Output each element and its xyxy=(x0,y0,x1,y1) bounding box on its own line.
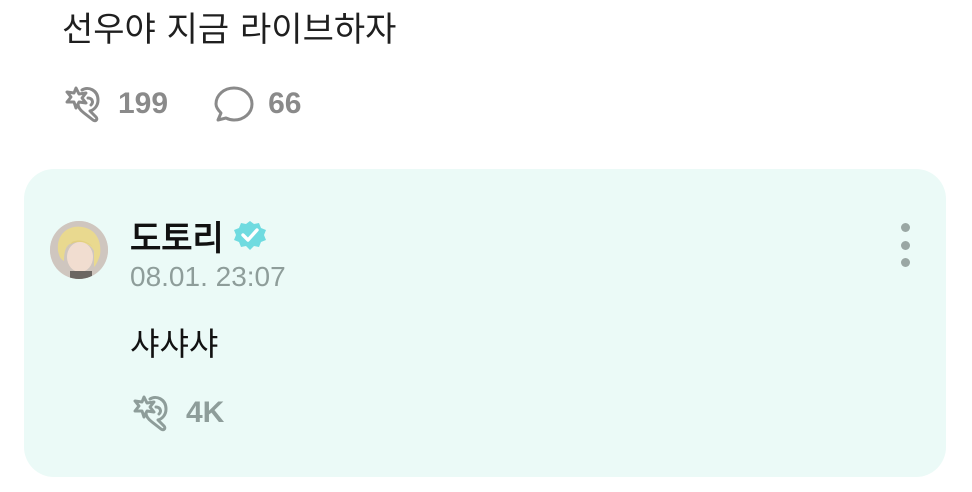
cheer-hand-icon xyxy=(62,82,108,126)
verified-badge-icon xyxy=(232,217,268,253)
cheer-hand-icon xyxy=(130,391,176,435)
comment-count: 66 xyxy=(268,87,302,120)
avatar[interactable] xyxy=(50,221,108,279)
reply-card: 도토리 08.01. 23:07 샤샤샤 4K xyxy=(24,169,946,477)
comment-button[interactable]: 66 xyxy=(212,82,301,126)
like-count: 199 xyxy=(118,87,169,120)
speech-bubble-icon xyxy=(212,82,258,126)
post-stats: 199 66 xyxy=(62,82,301,126)
post-text: 선우야 지금 라이브하자 xyxy=(62,10,397,50)
ellipsis-dot xyxy=(900,240,910,250)
reply-like-button[interactable]: 4K xyxy=(130,391,224,435)
reply-like-count: 4K xyxy=(186,396,225,429)
like-button[interactable]: 199 xyxy=(62,82,168,126)
author-row: 도토리 xyxy=(130,211,268,260)
reply-text: 샤샤샤 xyxy=(130,325,219,363)
reply-timestamp: 08.01. 23:07 xyxy=(130,261,286,292)
vertical-ellipsis-icon xyxy=(900,223,910,232)
reply-stats: 4K xyxy=(130,391,224,435)
more-options-button[interactable] xyxy=(898,223,912,267)
page: 선우야 지금 라이브하자 199 66 도토리 08.01. 23:07 샤샤샤… xyxy=(0,0,972,492)
author-name[interactable]: 도토리 xyxy=(130,211,224,260)
ellipsis-dot xyxy=(900,258,910,267)
